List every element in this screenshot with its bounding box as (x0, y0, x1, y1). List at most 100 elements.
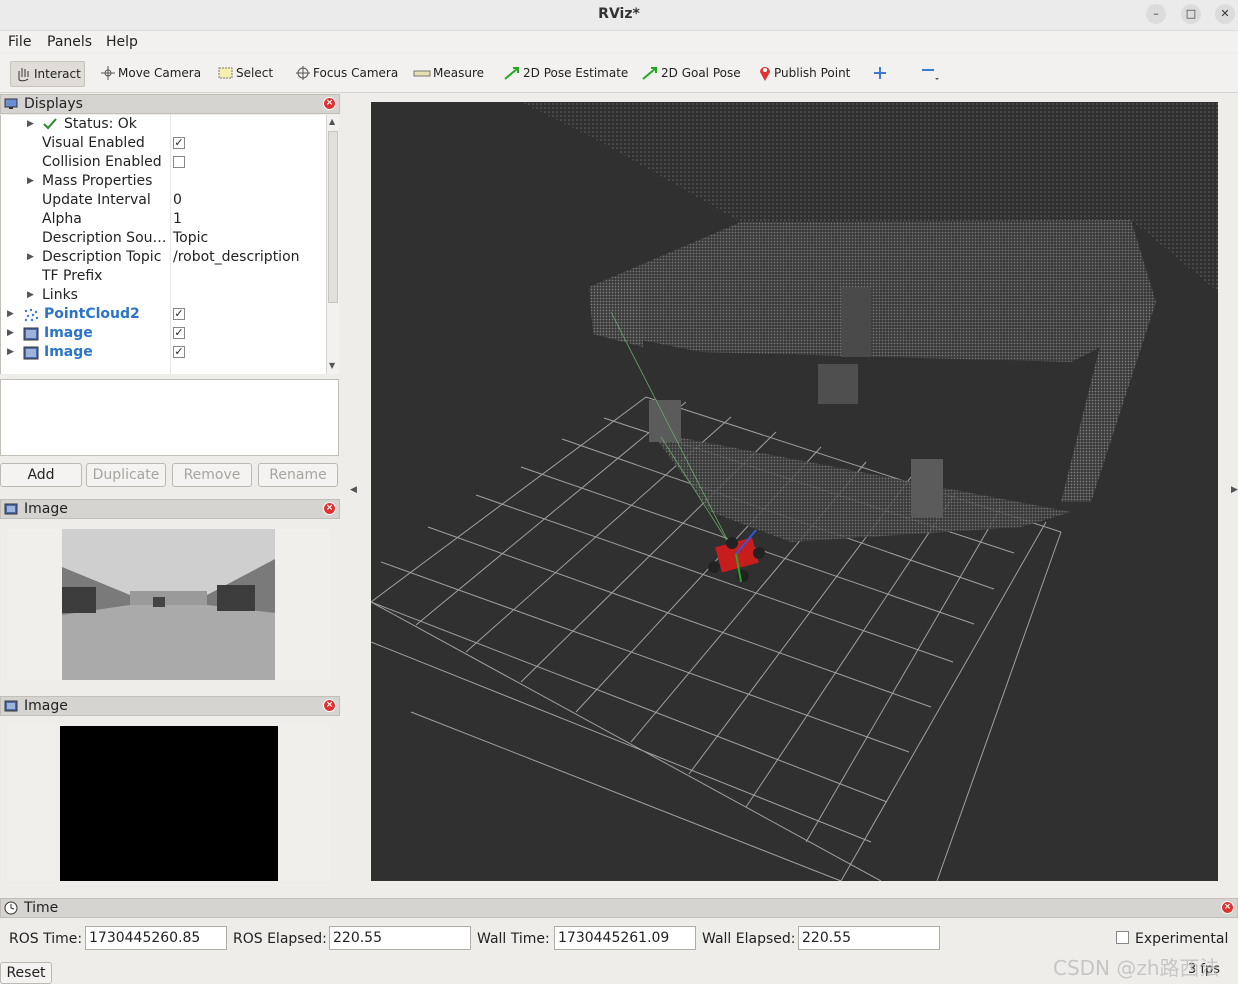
depth-image (60, 726, 278, 881)
tree-row-label: Status: Ok (64, 116, 137, 132)
reset-button[interactable]: Reset (0, 962, 52, 984)
3d-viewport[interactable] (370, 102, 1218, 882)
tree-row-label: Description Topic (42, 249, 162, 265)
tree-row-status[interactable]: ▶ Status: Ok (1, 115, 327, 134)
image-icon (23, 346, 39, 360)
move-camera-icon (101, 66, 115, 80)
menu-file[interactable]: File (8, 34, 31, 50)
wall-elapsed-field[interactable]: 220.55 (798, 926, 940, 950)
image-panel-1-title: Image (24, 501, 68, 517)
pointcloud2-checkbox[interactable]: ✓ (173, 308, 185, 320)
green-arrow-icon (504, 67, 519, 80)
window-title: RViz* (598, 6, 640, 22)
add-tool-button[interactable] (872, 61, 890, 85)
add-display-button[interactable]: Add (0, 463, 82, 487)
hand-icon (18, 68, 29, 82)
tree-row-value[interactable]: Topic (173, 229, 208, 248)
tool-move-camera[interactable]: Move Camera (100, 61, 201, 85)
image-icon (4, 700, 18, 712)
minimize-icon[interactable]: – (1146, 4, 1166, 24)
tool-publish-point[interactable]: Publish Point (758, 61, 850, 85)
ruler-icon (413, 70, 431, 77)
tree-row-image-2[interactable]: ▶ Image ✓ (1, 343, 327, 362)
tree-row-label: Image (44, 344, 93, 360)
tree-row-tf-prefix[interactable]: TF Prefix (1, 267, 327, 286)
tree-row-label: Collision Enabled (42, 154, 162, 170)
remove-tool-button[interactable] (920, 61, 944, 85)
tool-2d-goal-pose[interactable]: 2D Goal Pose (641, 61, 741, 85)
toolbar: Interact Move Camera Select Focus Camera… (0, 54, 1238, 93)
tree-row-description-source[interactable]: Description Sou… Topic (1, 229, 327, 248)
rename-button[interactable]: Rename (258, 463, 338, 487)
close-icon[interactable]: ✕ (1215, 4, 1235, 24)
tree-row-image-1[interactable]: ▶ Image ✓ (1, 324, 327, 343)
plus-icon (874, 67, 886, 79)
image-1-checkbox[interactable]: ✓ (173, 327, 185, 339)
tool-label: Publish Point (774, 66, 851, 80)
menu-panels[interactable]: Panels (47, 34, 92, 50)
tree-row-value[interactable]: 0 (173, 191, 182, 210)
close-panel-icon[interactable]: × (323, 502, 336, 515)
image-2-checkbox[interactable]: ✓ (173, 346, 185, 358)
tool-label: Focus Camera (313, 66, 399, 80)
image-panel-2-header: Image × (0, 696, 340, 716)
tree-row-value[interactable]: 1 (173, 210, 182, 229)
displays-title: Displays (24, 96, 83, 112)
collision-enabled-checkbox[interactable] (173, 156, 185, 168)
tree-row-pointcloud2[interactable]: ▶ PointCloud2 ✓ (1, 305, 327, 324)
tool-measure[interactable]: Measure (413, 61, 484, 85)
scene-render (370, 102, 1218, 882)
maximize-icon[interactable]: □ (1181, 4, 1201, 24)
collapse-right-icon[interactable]: ▶ (1231, 485, 1238, 495)
ros-elapsed-field[interactable]: 220.55 (329, 926, 471, 950)
tool-select[interactable]: Select (218, 61, 273, 85)
tree-row-update-interval[interactable]: Update Interval 0 (1, 191, 327, 210)
tool-interact[interactable]: Interact (10, 61, 85, 87)
tree-row-links[interactable]: ▶ Links (1, 286, 327, 305)
image-panel-1-header: Image × (0, 499, 340, 519)
image-icon (4, 503, 18, 515)
collapse-left-icon[interactable]: ◀ (350, 485, 357, 495)
tool-2d-pose-estimate[interactable]: 2D Pose Estimate (503, 61, 628, 85)
pointcloud-icon (24, 308, 39, 322)
menu-help[interactable]: Help (106, 34, 138, 50)
displays-panel-header: Displays × (0, 94, 340, 114)
map-pin-icon (760, 67, 770, 81)
ros-time-label: ROS Time: (9, 931, 83, 947)
close-panel-icon[interactable]: × (323, 97, 336, 110)
scroll-thumb[interactable] (328, 131, 338, 303)
close-panel-icon[interactable]: × (323, 699, 336, 712)
tree-row-label: Links (42, 287, 78, 303)
tree-row-mass-properties[interactable]: ▶ Mass Properties (1, 172, 327, 191)
displays-tree: ▶ Status: Ok Visual Enabled ✓ Collision … (0, 115, 327, 374)
tool-label: Measure (433, 66, 484, 80)
tree-row-collision-enabled[interactable]: Collision Enabled (1, 153, 327, 172)
ros-time-field[interactable]: 1730445260.85 (85, 926, 227, 950)
remove-button[interactable]: Remove (172, 463, 252, 487)
tool-label: 2D Pose Estimate (523, 66, 629, 80)
green-arrow-icon (642, 67, 657, 80)
tree-row-visual-enabled[interactable]: Visual Enabled ✓ (1, 134, 327, 153)
clock-icon (4, 901, 18, 915)
watermark: CSDN @zh路西法 (1053, 956, 1220, 980)
tree-row-value[interactable]: /robot_description (173, 248, 300, 267)
pillar (649, 400, 681, 442)
displays-scrollbar[interactable]: ▲ ▼ (326, 115, 339, 374)
close-panel-icon[interactable]: × (1221, 901, 1234, 914)
pillar (911, 459, 943, 517)
time-panel-header: Time × (0, 898, 1238, 918)
wall-time-field[interactable]: 1730445261.09 (554, 926, 696, 950)
ros-elapsed-label: ROS Elapsed: (233, 931, 327, 947)
pillar (841, 287, 871, 357)
wall-elapsed-label: Wall Elapsed: (702, 931, 796, 947)
tool-focus-camera[interactable]: Focus Camera (295, 61, 398, 85)
experimental-label: Experimental (1135, 931, 1229, 947)
tree-row-label: Visual Enabled (42, 135, 145, 151)
tree-row-label: TF Prefix (42, 268, 103, 284)
visual-enabled-checkbox[interactable]: ✓ (173, 137, 185, 149)
experimental-checkbox[interactable] (1116, 931, 1129, 944)
pillar (818, 364, 858, 404)
tree-row-description-topic[interactable]: ▶ Description Topic /robot_description (1, 248, 327, 267)
tree-row-alpha[interactable]: Alpha 1 (1, 210, 327, 229)
duplicate-button[interactable]: Duplicate (86, 463, 166, 487)
